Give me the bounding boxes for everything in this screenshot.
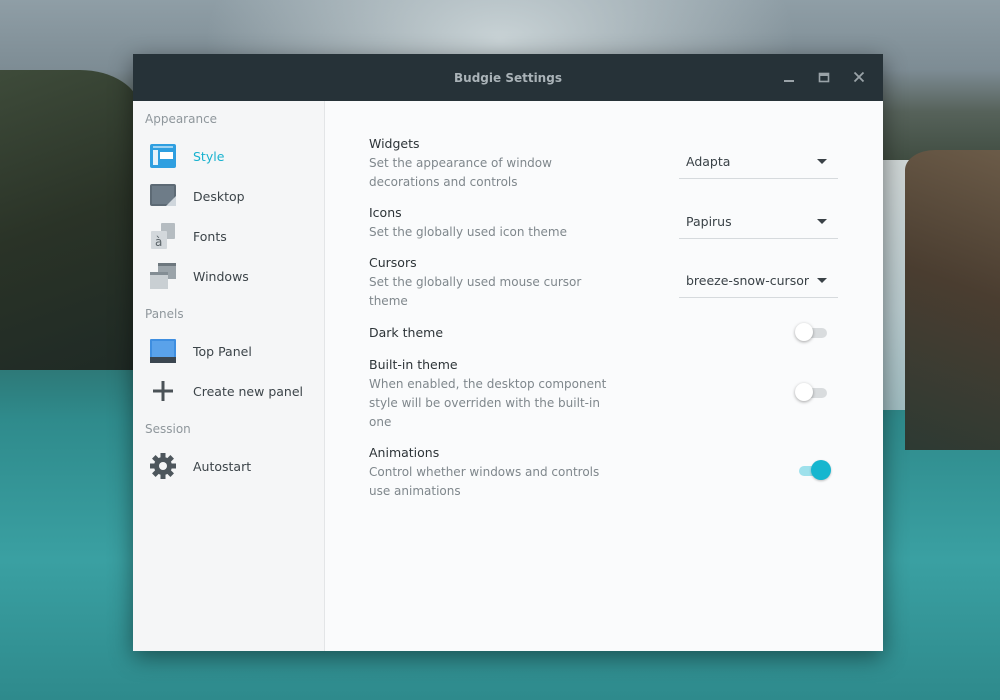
window-title: Budgie Settings [454, 70, 562, 85]
titlebar: Budgie Settings [133, 54, 883, 101]
close-button[interactable] [849, 67, 869, 87]
sidebar-item-label: Fonts [193, 228, 227, 244]
plus-icon [148, 376, 178, 406]
sidebar-item-windows[interactable]: Windows [133, 256, 324, 296]
switch-knob [795, 323, 813, 341]
cursors-title: Cursors [369, 255, 417, 270]
sidebar: Appearance Style Desktop à Fonts Windows… [133, 101, 325, 651]
section-label-panels: Panels [145, 307, 184, 321]
close-icon [853, 71, 865, 83]
dark-theme-title: Dark theme [369, 325, 444, 340]
wallpaper-cliff-left [0, 70, 140, 370]
sidebar-item-label: Autostart [193, 458, 252, 474]
chevron-down-icon [817, 277, 827, 283]
sidebar-item-style[interactable]: Style [133, 136, 324, 176]
sidebar-item-desktop[interactable]: Desktop [133, 176, 324, 216]
switch-knob [795, 383, 813, 401]
dropdown-value: Papirus [686, 213, 732, 229]
minimize-button[interactable] [779, 67, 799, 87]
windows-icon [148, 261, 178, 291]
minimize-icon [784, 80, 794, 82]
fonts-icon: à [148, 221, 178, 251]
switch-knob [811, 460, 831, 480]
style-settings-panel: Widgets Set the appearance of window dec… [325, 101, 883, 651]
wallpaper-cliff-right [905, 150, 1000, 450]
sidebar-item-top-panel[interactable]: Top Panel [133, 331, 324, 371]
dropdown-value: Adapta [686, 153, 731, 169]
svg-text:à: à [155, 235, 162, 249]
animations-switch[interactable] [795, 458, 835, 482]
sidebar-item-fonts[interactable]: à Fonts [133, 216, 324, 256]
sidebar-item-label: Windows [193, 268, 249, 284]
icons-theme-dropdown[interactable]: Papirus [679, 204, 838, 239]
builtin-theme-title: Built-in theme [369, 357, 458, 372]
icons-description: Set the globally used icon theme [369, 225, 568, 239]
maximize-button[interactable] [814, 67, 834, 87]
chevron-down-icon [817, 158, 827, 164]
sidebar-item-label: Top Panel [193, 343, 252, 359]
widgets-description: Set the appearance of window decorations… [369, 156, 552, 189]
builtin-theme-switch[interactable] [795, 380, 835, 404]
chevron-down-icon [817, 218, 827, 224]
sidebar-item-label: Desktop [193, 188, 245, 204]
dropdown-value: breeze-snow-cursor [686, 272, 809, 288]
top-panel-icon [148, 336, 178, 366]
style-icon [148, 141, 178, 171]
sidebar-item-create-new-panel[interactable]: Create new panel [133, 371, 324, 411]
gear-icon [148, 451, 178, 481]
section-label-session: Session [145, 422, 191, 436]
settings-window: Budgie Settings Appearance Style Desktop… [133, 54, 883, 651]
widgets-theme-dropdown[interactable]: Adapta [679, 144, 838, 179]
dark-theme-switch[interactable] [795, 320, 835, 344]
icons-title: Icons [369, 205, 402, 220]
animations-title: Animations [369, 445, 440, 460]
section-label-appearance: Appearance [145, 112, 218, 126]
desktop-icon [148, 181, 178, 211]
sidebar-item-autostart[interactable]: Autostart [133, 446, 324, 486]
animations-description: Control whether windows and controls use… [369, 465, 600, 498]
maximize-icon [818, 72, 830, 83]
sidebar-item-label: Style [193, 148, 225, 164]
cursors-description: Set the globally used mouse cursor theme [369, 275, 582, 308]
cursors-theme-dropdown[interactable]: breeze-snow-cursor [679, 263, 838, 298]
sidebar-item-label: Create new panel [193, 383, 303, 399]
widgets-title: Widgets [369, 136, 420, 151]
builtin-theme-description: When enabled, the desktop component styl… [369, 377, 607, 429]
